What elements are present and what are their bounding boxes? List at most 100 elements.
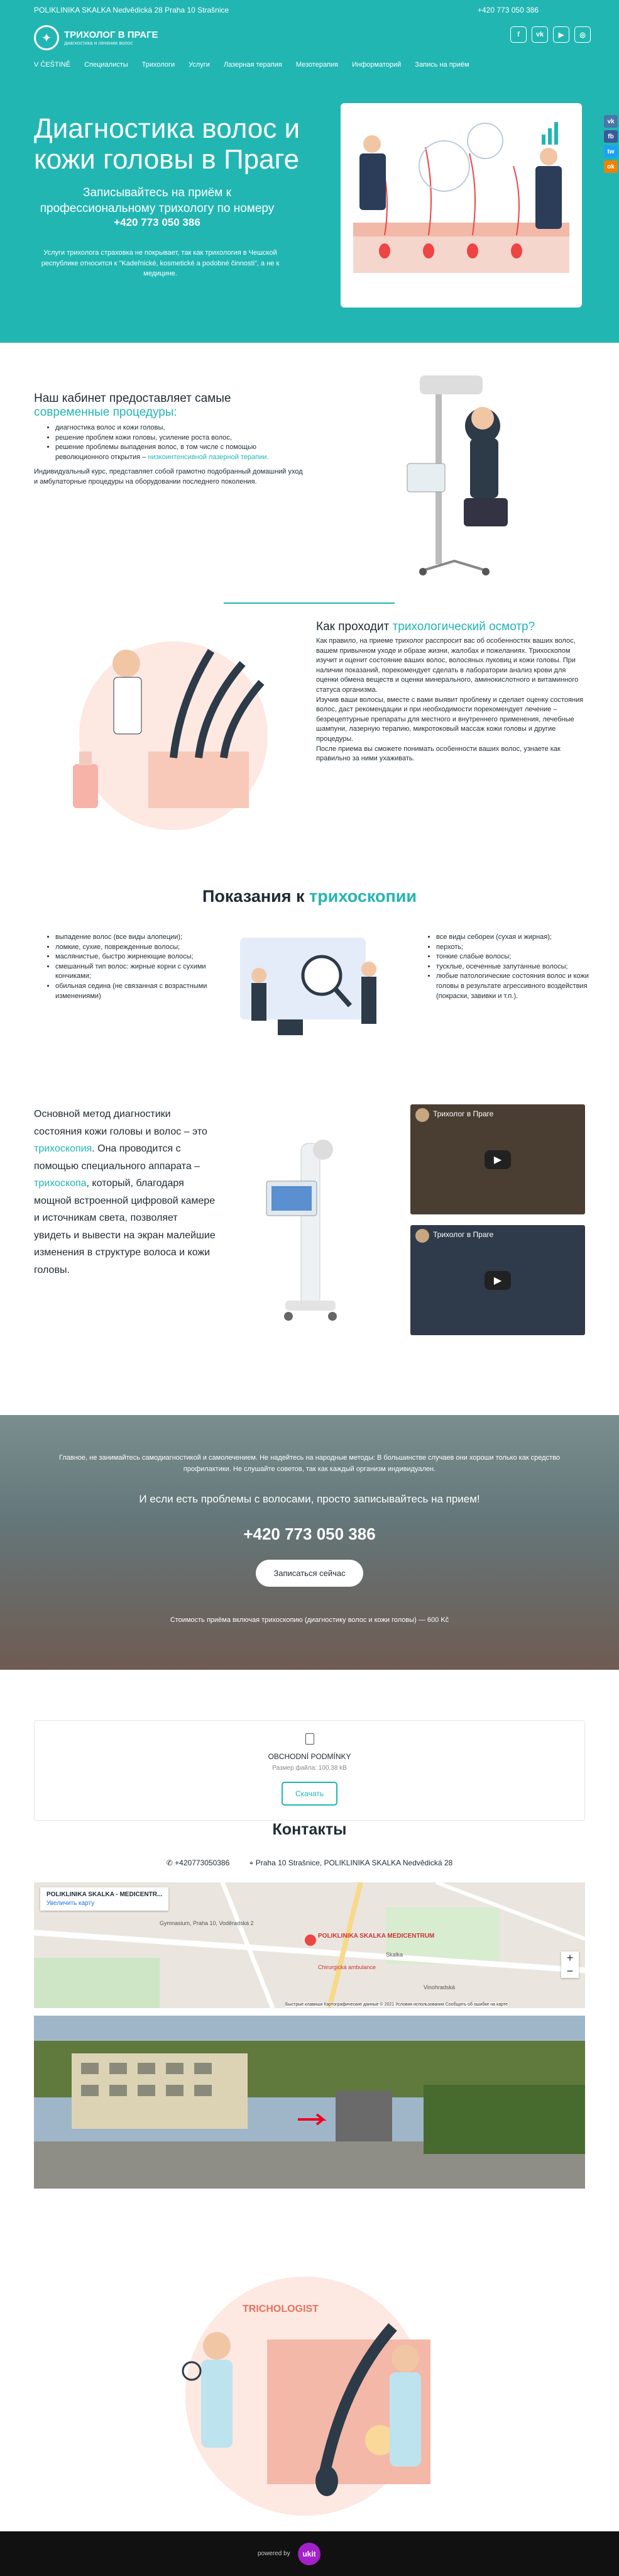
map-place-card: POLIKLINIKA SKALKA - MEDICENTR... Увелич… <box>40 1887 169 1911</box>
document-title: OBCHODNÍ PODMÍNKY <box>268 1752 351 1761</box>
powered-by-text: powered by <box>258 2550 290 2557</box>
document-block: OBCHODNÍ PODMÍNKY Размер файла: 100.38 k… <box>34 1720 585 1821</box>
hero-subtitle: Записывайтесь на приём к профессионально… <box>40 186 275 215</box>
map-place-name: POLIKLINIKA SKALKA - MEDICENTR... <box>47 1891 163 1898</box>
address-text: POLIKLINIKA SKALKA Nedvědická 28 Praha 1… <box>34 6 229 14</box>
menu-item-laser[interactable]: Лазерная терапия <box>224 61 282 69</box>
exam-paragraph-3: После приема вы сможете понимать особенн… <box>316 745 561 763</box>
book-now-button[interactable]: Записаться сейчас <box>256 1560 363 1587</box>
cta-phone[interactable]: +420 773 050 386 <box>0 1524 619 1544</box>
menu-item-info[interactable]: Информаторий <box>352 61 401 69</box>
menu-item-booking[interactable]: Запись на приём <box>415 61 469 69</box>
map-label: Chirurgická ambulance <box>318 1964 376 1970</box>
video-player-2[interactable]: Трихолог в Праге ▶ <box>410 1225 585 1335</box>
list-item: диагностика волос и кожи головы, <box>55 423 304 433</box>
contacts-title: Контакты <box>272 1821 347 1838</box>
laser-link-2[interactable]: лазерной терапии. <box>209 453 269 461</box>
contact-address: Praha 10 Strašnice, POLIKLINIKA SKALKA N… <box>255 1858 453 1867</box>
exam-title-b: трихологический осмотр? <box>392 620 535 633</box>
share-fb-icon[interactable]: fb <box>604 130 618 143</box>
list-item: решение проблем кожи головы, усиление ро… <box>55 433 304 443</box>
instagram-icon[interactable]: ◎ <box>574 26 591 43</box>
share-vk-icon[interactable]: vk <box>604 115 618 128</box>
indications-left-list: выпадение волос (все виды алопеции); лом… <box>34 933 216 1001</box>
list-item: выпадение волос (все виды алопеции); <box>55 933 216 943</box>
exam-section: Как проходит трихологический осмотр? Как… <box>316 620 586 764</box>
trichologist-illustration <box>73 641 268 830</box>
list-item: тонкие слабые волосы; <box>436 952 597 962</box>
method-text-c: , который, благодаря мощной встроенной ц… <box>34 1178 216 1275</box>
download-wrap: Скачать <box>35 1782 584 1806</box>
menu-item-specialists[interactable]: Специалисты <box>84 61 128 69</box>
map-label: Vinohradská <box>424 1984 455 1990</box>
scalp-exam-illustration <box>240 938 376 1035</box>
exam-title: Как проходит трихологический осмотр? <box>316 620 586 634</box>
cta-button-wrap: Записаться сейчас <box>0 1560 619 1587</box>
menu-item-mesotherapy[interactable]: Мезотерапия <box>296 61 338 69</box>
list-item: любые патологические состояния волос и к… <box>436 972 597 1001</box>
exam-paragraph-2: Изучив ваши волосы, вместе с вами выявит… <box>316 696 584 743</box>
method-text-a: Основной метод диагностики состояния кож… <box>34 1109 207 1137</box>
download-button[interactable]: Скачать <box>282 1782 337 1806</box>
share-tw-icon[interactable]: tw <box>604 145 618 158</box>
list-item: обильная седина (не связанная с возрастн… <box>55 982 216 1001</box>
trichoscope-machine-image <box>266 1140 337 1321</box>
ukit-logo[interactable]: ukit <box>298 2543 320 2565</box>
footer: powered by ukit <box>0 2531 619 2576</box>
hero-phone[interactable]: +420 773 050 386 <box>25 216 289 229</box>
cabinet-title-highlight: современные процедуры: <box>34 406 177 419</box>
map-label: POLIKLINIKA SKALKA MEDICENTRUM <box>318 1933 435 1940</box>
page: POLIKLINIKA SKALKA Nedvědická 28 Praha 1… <box>0 0 619 2576</box>
exam-paragraph-1: Как правило, на приеме трихолог расспрос… <box>316 637 579 694</box>
main-menu: V ČEŠTINĚ Специалисты Трихологи Услуги Л… <box>34 61 469 69</box>
youtube-icon[interactable]: ▶ <box>553 26 569 43</box>
cabinet-list: диагностика волос и кожи головы, решение… <box>34 423 304 462</box>
zoom-in-icon[interactable]: + <box>561 1951 579 1965</box>
play-icon[interactable]: ▶ <box>485 1270 511 1290</box>
play-icon[interactable]: ▶ <box>485 1150 511 1169</box>
indications-title-a: Показания к <box>202 887 305 906</box>
contact-phone[interactable]: +420773050386 <box>175 1858 229 1867</box>
list-item: тусклые, осеченные запутанные волосы; <box>436 962 597 972</box>
document-icon <box>305 1733 314 1745</box>
logo[interactable]: ✦ ТРИХОЛОГ В ПРАГЕ диагностика и лечение… <box>34 25 158 50</box>
list-item: перхоть; <box>436 943 597 953</box>
cabinet-title: Наш кабинет предоставляет самые <box>34 392 231 405</box>
map[interactable]: POLIKLINIKA SKALKA - MEDICENTR... Увелич… <box>34 1882 585 2008</box>
menu-item-services[interactable]: Услуги <box>189 61 210 69</box>
phone-link[interactable]: +420 773 050 386 <box>478 6 539 14</box>
list-item: все виды себореи (сухая и жирная); <box>436 933 597 943</box>
contacts-info: ✆ +420773050386 ⌖ Praha 10 Strašnice, PO… <box>0 1858 619 1868</box>
laser-link[interactable]: низкоинтенсивной <box>148 453 206 461</box>
cabinet-text: Индивидуальный курс, представляет собой … <box>34 468 303 486</box>
menu-item-czech[interactable]: V ČEŠTINĚ <box>34 61 70 69</box>
trichoscopy-link[interactable]: трихоскопия <box>34 1143 92 1154</box>
header-nav: ✦ ТРИХОЛОГ В ПРАГЕ диагностика и лечение… <box>0 20 619 74</box>
facebook-icon[interactable]: f <box>510 26 527 43</box>
hero-title: Диагностика волос и кожи головы в Праге <box>34 113 300 175</box>
location-icon: ⌖ <box>249 1858 254 1867</box>
list-item: смешанный тип волос: жирные корни с сухи… <box>55 962 216 982</box>
menu-item-trichologists[interactable]: Трихологи <box>142 61 175 69</box>
list-item: маслянистые, быстро жирнеющие волосы; <box>55 952 216 962</box>
trichoscope-device-image <box>407 375 508 575</box>
brand-tagline: диагностика и лечение волос <box>64 40 133 46</box>
building-photo <box>34 2016 585 2189</box>
video-title: Трихолог в Праге <box>433 1109 494 1118</box>
cta-text: Главное, не занимайтесь самодиагностикой… <box>59 1454 560 1473</box>
vk-icon[interactable]: vk <box>532 26 548 43</box>
method-section: Основной метод диагностики состояния кож… <box>34 1106 216 1279</box>
cabinet-section: Наш кабинет предоставляет самые современ… <box>34 392 304 487</box>
map-enlarge-link[interactable]: Увеличить карту <box>47 1900 162 1907</box>
trichoscope-link[interactable]: трихоскопа <box>34 1178 87 1189</box>
share-ok-icon[interactable]: ok <box>604 160 618 173</box>
zoom-controls: + − <box>561 1951 579 1978</box>
zoom-out-icon[interactable]: − <box>561 1965 579 1978</box>
video-player-1[interactable]: Трихолог в Праге ▶ <box>410 1104 585 1214</box>
trichologist-bottom-illustration <box>182 2277 430 2516</box>
exam-title-a: Как проходит <box>316 620 390 633</box>
illustration-label: TRICHOLOGIST <box>243 2304 319 2314</box>
cta-section: Главное, не занимайтесь самодиагностикой… <box>0 1415 619 1670</box>
indications-title: Показания к трихоскопии <box>0 887 619 906</box>
video-title: Трихолог в Праге <box>433 1230 494 1239</box>
